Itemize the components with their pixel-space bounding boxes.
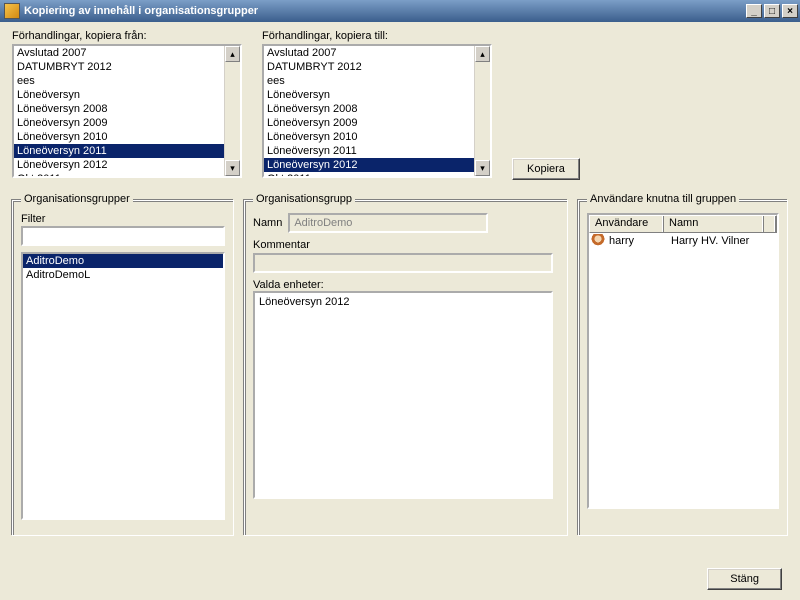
- list-item[interactable]: AditroDemoL: [23, 268, 223, 282]
- list-item[interactable]: DATUMBRYT 2012: [14, 60, 224, 74]
- list-item[interactable]: Avslutad 2007: [264, 46, 474, 60]
- list-item[interactable]: Avslutad 2007: [14, 46, 224, 60]
- stang-button[interactable]: Stäng: [707, 568, 782, 590]
- minimize-button[interactable]: _: [746, 4, 762, 18]
- user-name: Harry HV. Vilner: [671, 235, 749, 247]
- list-item[interactable]: Löneöversyn 2012: [14, 158, 224, 172]
- scroll-up-icon[interactable]: ▴: [475, 46, 490, 62]
- scroll-down-icon[interactable]: ▾: [475, 160, 490, 176]
- groups-listbox[interactable]: AditroDemoAditroDemoL: [21, 252, 225, 520]
- col-anvandare[interactable]: Användare: [590, 216, 664, 232]
- list-item[interactable]: Löneöversyn: [14, 88, 224, 102]
- users-listview[interactable]: Användare Namn harry Harry HV. Vilner: [587, 213, 779, 509]
- list-item[interactable]: Löneöversyn: [264, 88, 474, 102]
- to-listbox[interactable]: Avslutad 2007DATUMBRYT 2012eesLöneöversy…: [262, 44, 492, 178]
- list-item[interactable]: Löneöversyn 2011: [264, 144, 474, 158]
- list-item[interactable]: Löneöversyn 2010: [14, 130, 224, 144]
- list-item[interactable]: Löneöversyn 2008: [264, 102, 474, 116]
- from-listbox[interactable]: Avslutad 2007DATUMBRYT 2012eesLöneöversy…: [12, 44, 242, 178]
- to-scrollbar[interactable]: ▴ ▾: [474, 46, 490, 176]
- filter-input[interactable]: [21, 226, 225, 246]
- app-icon: [4, 3, 20, 19]
- filter-label: Filter: [21, 213, 225, 225]
- org-group-detail-panel: Organisationsgrupp Namn AditroDemo Komme…: [244, 200, 568, 536]
- kopiera-button[interactable]: Kopiera: [512, 158, 580, 180]
- maximize-button[interactable]: □: [764, 4, 780, 18]
- org-groups-title: Organisationsgrupper: [21, 193, 133, 205]
- list-item[interactable]: Löneöversyn 2009: [14, 116, 224, 130]
- users-title: Användare knutna till gruppen: [587, 193, 739, 205]
- from-label: Förhandlingar, kopiera från:: [12, 30, 242, 42]
- list-item[interactable]: Löneöversyn 2011: [14, 144, 224, 158]
- valda-label: Valda enheter:: [253, 279, 559, 291]
- valda-enheter-listbox[interactable]: Löneöversyn 2012: [253, 291, 553, 499]
- window-title: Kopiering av innehåll i organisationsgru…: [24, 5, 746, 17]
- table-row[interactable]: harry Harry HV. Vilner: [589, 233, 777, 249]
- namn-label: Namn: [253, 217, 282, 229]
- user-login: harry: [609, 235, 667, 247]
- users-panel: Användare knutna till gruppen Användare …: [578, 200, 788, 536]
- list-item[interactable]: Löneöversyn 2008: [14, 102, 224, 116]
- scroll-up-icon[interactable]: ▴: [225, 46, 240, 62]
- from-scrollbar[interactable]: ▴ ▾: [224, 46, 240, 176]
- list-item[interactable]: Löneöversyn 2012: [264, 158, 474, 172]
- list-item[interactable]: AditroDemo: [23, 254, 223, 268]
- title-bar: Kopiering av innehåll i organisationsgru…: [0, 0, 800, 22]
- users-header[interactable]: Användare Namn: [589, 215, 777, 233]
- list-item[interactable]: Okt 2011: [14, 172, 224, 176]
- list-item[interactable]: Löneöversyn 2009: [264, 116, 474, 130]
- list-item[interactable]: ees: [14, 74, 224, 88]
- user-icon: [591, 234, 605, 248]
- close-button[interactable]: ×: [782, 4, 798, 18]
- list-item[interactable]: Löneöversyn 2010: [264, 130, 474, 144]
- list-item[interactable]: ees: [264, 74, 474, 88]
- col-namn[interactable]: Namn: [664, 216, 764, 232]
- detail-title: Organisationsgrupp: [253, 193, 355, 205]
- list-item[interactable]: DATUMBRYT 2012: [264, 60, 474, 74]
- to-label: Förhandlingar, kopiera till:: [262, 30, 492, 42]
- list-item[interactable]: Okt 2011: [264, 172, 474, 176]
- namn-field: AditroDemo: [288, 213, 488, 233]
- kommentar-field[interactable]: [253, 253, 553, 273]
- kommentar-label: Kommentar: [253, 239, 559, 251]
- scroll-down-icon[interactable]: ▾: [225, 160, 240, 176]
- org-groups-panel: Organisationsgrupper Filter AditroDemoAd…: [12, 200, 234, 536]
- list-item[interactable]: Löneöversyn 2012: [259, 295, 547, 309]
- col-spacer: [764, 216, 776, 232]
